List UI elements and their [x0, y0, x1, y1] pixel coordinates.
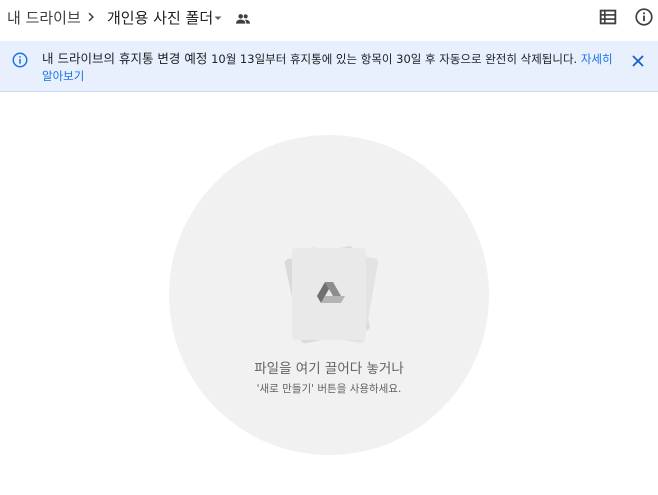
people-icon: [236, 14, 250, 24]
info-icon: [12, 52, 28, 68]
empty-state-subtitle: '새로 만들기' 버튼을 사용하세요.: [256, 383, 402, 395]
empty-state-title: 파일을 여기 끌어다 놓거나: [254, 361, 404, 377]
breadcrumb-current-folder[interactable]: 개인용 사진 폴더: [107, 7, 213, 28]
drive-logo-icon: [284, 246, 379, 344]
banner-title: 내 드라이브의 휴지통 변경 예정: [42, 51, 208, 66]
info-icon[interactable]: [633, 6, 655, 28]
list-view-icon[interactable]: [597, 6, 619, 28]
banner-text: 내 드라이브의 휴지통 변경 예정 10월 13일부터 휴지통에 있는 항목이 …: [42, 50, 617, 85]
trash-change-banner: 내 드라이브의 휴지통 변경 예정 10월 13일부터 휴지통에 있는 항목이 …: [0, 41, 658, 92]
caret-down-icon[interactable]: [212, 12, 224, 24]
banner-message: 10월 13일부터 휴지통에 있는 항목이 30일 후 자동으로 완전히 삭제됩…: [211, 52, 578, 66]
header: 내 드라이브 개인용 사진 폴더: [0, 0, 658, 36]
close-icon[interactable]: [629, 52, 647, 70]
breadcrumb-my-drive[interactable]: 내 드라이브: [7, 7, 81, 28]
chevron-right-icon: [88, 12, 94, 22]
